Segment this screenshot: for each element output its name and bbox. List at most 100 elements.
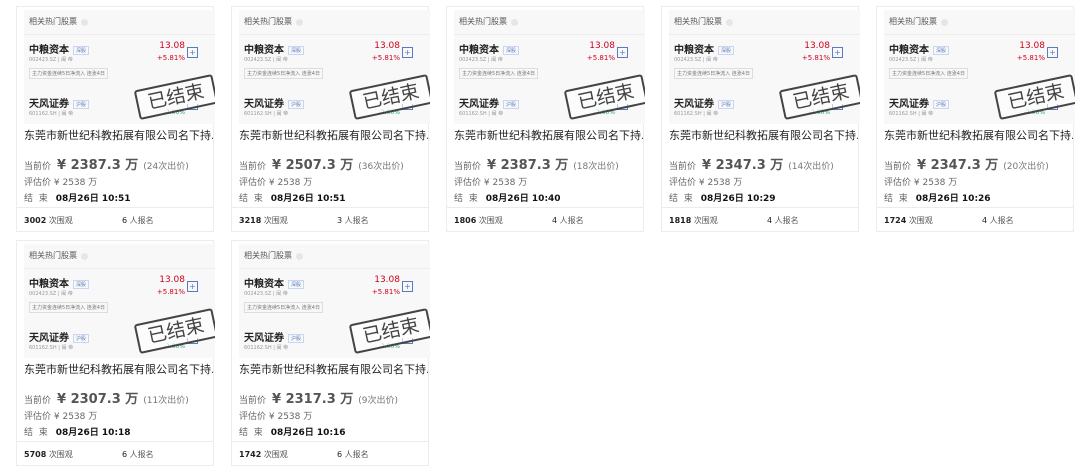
stock2-name: 天风证券 沪股 — [459, 95, 520, 110]
end-time-value: 08月26日 10:26 — [915, 194, 991, 204]
fund-flow-chip: 主力资金连续5日净流入 连涨4日 — [459, 68, 538, 79]
valuation-row: 评估价 ¥ 2538 万 — [24, 409, 97, 422]
thumb-header: 相关热门股票 — [29, 250, 88, 261]
stock2-code: 601162.SH | 闽 帝 — [29, 345, 74, 351]
end-time-row: 结 束 08月26日 10:51 — [24, 191, 131, 204]
stock1-tag: 深股 — [73, 280, 90, 289]
info-dot-icon — [511, 18, 518, 26]
bid-count: (11次出价) — [143, 396, 189, 406]
info-dot-icon — [296, 18, 303, 26]
card-title[interactable]: 东莞市新世纪科教拓展有限公司名下持... — [239, 127, 428, 143]
current-price-row: 当前价 ¥ 2387.3 万 (18次出价) — [454, 154, 619, 173]
end-time-value: 08月26日 10:40 — [485, 194, 561, 204]
info-dot-icon — [941, 18, 948, 26]
view-count: 1806 次围观 — [454, 216, 503, 225]
stock1-name: 中粮资本 深股 — [674, 41, 735, 56]
stock1-tag: 深股 — [288, 46, 305, 55]
card-thumbnail[interactable]: 相关热门股票 中粮资本 深股 002423.SZ | 闽 帝 13.08 +5.8… — [239, 10, 430, 124]
view-count: 5708 次围观 — [24, 450, 73, 459]
stock1-change: +5.81% — [586, 54, 615, 62]
end-label: 结 束 — [884, 194, 908, 204]
view-count: 3218 次围观 — [239, 216, 288, 225]
stock1-change: +5.81% — [371, 288, 400, 296]
view-count: 1818 次围观 — [669, 216, 718, 225]
end-time-row: 结 束 08月26日 10:16 — [239, 425, 346, 438]
fund-flow-chip: 主力资金连续5日净流入 连涨4日 — [29, 302, 108, 313]
current-price-label: 当前价 — [24, 396, 52, 406]
card-title[interactable]: 东莞市新世纪科教拓展有限公司名下持... — [669, 127, 858, 143]
valuation-row: 评估价 ¥ 2538 万 — [884, 175, 957, 188]
end-time-row: 结 束 08月26日 10:18 — [24, 425, 131, 438]
stock2-code: 601162.SH | 闽 帝 — [29, 111, 74, 117]
valuation-row: 评估价 ¥ 2538 万 — [454, 175, 527, 188]
card-title[interactable]: 东莞市新世纪科教拓展有限公司名下持... — [239, 361, 428, 377]
current-price-value: ¥ 2387.3 万 — [487, 158, 569, 173]
thumb-divider — [239, 34, 430, 35]
fund-flow-chip: 主力资金连续5日净流入 连涨4日 — [29, 68, 108, 79]
add-stock-icon: + — [832, 47, 843, 58]
signup-count: 6 人报名 — [122, 216, 154, 225]
stock1-change: +5.81% — [156, 288, 185, 296]
valuation-row: 评估价 ¥ 2538 万 — [239, 409, 312, 422]
thumb-header: 相关热门股票 — [459, 16, 518, 27]
auction-card[interactable]: 相关热门股票 中粮资本 深股 002423.SZ | 闽 帝 13.08 +5.8… — [231, 6, 430, 234]
stock1-change: +5.81% — [371, 54, 400, 62]
stock1-change: +5.81% — [1016, 54, 1045, 62]
valuation-label: 评估价 — [24, 412, 52, 422]
end-time-value: 08月26日 10:16 — [270, 428, 346, 438]
current-price-value: ¥ 2307.3 万 — [57, 392, 139, 407]
end-label: 结 束 — [24, 428, 48, 438]
stock1-price: 13.08 — [804, 41, 830, 51]
bid-count: (24次出价) — [143, 162, 189, 172]
end-time-value: 08月26日 10:18 — [55, 428, 131, 438]
valuation-value: ¥ 2538 万 — [268, 412, 313, 422]
card-thumbnail[interactable]: 相关热门股票 中粮资本 深股 002423.SZ | 闽 帝 13.08 +5.8… — [24, 244, 215, 358]
valuation-value: ¥ 2538 万 — [268, 178, 313, 188]
card-thumbnail[interactable]: 相关热门股票 中粮资本 深股 002423.SZ | 闽 帝 13.08 +5.8… — [239, 244, 430, 358]
thumb-divider — [239, 268, 430, 269]
auction-card[interactable]: 相关热门股票 中粮资本 深股 002423.SZ | 闽 帝 13.08 +5.8… — [16, 240, 215, 468]
info-dot-icon — [296, 252, 303, 260]
stock2-tag: 沪股 — [288, 334, 305, 343]
auction-card[interactable]: 相关热门股票 中粮资本 深股 002423.SZ | 闽 帝 13.08 +5.8… — [16, 6, 215, 232]
current-price-label: 当前价 — [239, 162, 267, 172]
card-footer: 3218 次围观 3 人报名 — [232, 207, 428, 234]
auction-card[interactable]: 相关热门股票 中粮资本 深股 002423.SZ | 闽 帝 13.08 +5.8… — [661, 6, 860, 232]
card-title[interactable]: 东莞市新世纪科教拓展有限公司名下持... — [884, 127, 1073, 143]
stock2-tag: 沪股 — [288, 100, 305, 109]
stock2-name: 天风证券 沪股 — [889, 95, 950, 110]
auction-card[interactable]: 相关热门股票 中粮资本 深股 002423.SZ | 闽 帝 13.08 +5.8… — [446, 6, 645, 234]
stock1-price: 13.08 — [589, 41, 615, 51]
auction-card[interactable]: 相关热门股票 中粮资本 深股 002423.SZ | 闽 帝 13.08 +5.8… — [876, 6, 1075, 232]
card-footer: 1806 次围观 4 人报名 — [447, 207, 643, 234]
card-title[interactable]: 东莞市新世纪科教拓展有限公司名下持... — [454, 127, 643, 143]
view-count: 1724 次围观 — [884, 216, 933, 225]
card-title[interactable]: 东莞市新世纪科教拓展有限公司名下持... — [24, 127, 213, 143]
stock1-code: 002423.SZ | 闽 帝 — [244, 57, 288, 63]
auction-card[interactable]: 相关热门股票 中粮资本 深股 002423.SZ | 闽 帝 13.08 +5.8… — [231, 240, 430, 466]
add-stock-icon: + — [187, 47, 198, 58]
stock2-code: 601162.SH | 闽 帝 — [244, 345, 289, 351]
stock2-code: 601162.SH | 闽 帝 — [674, 111, 719, 117]
card-thumbnail[interactable]: 相关热门股票 中粮资本 深股 002423.SZ | 闽 帝 13.08 +5.8… — [454, 10, 645, 124]
card-thumbnail[interactable]: 相关热门股票 中粮资本 深股 002423.SZ | 闽 帝 13.08 +5.8… — [884, 10, 1075, 124]
card-title[interactable]: 东莞市新世纪科教拓展有限公司名下持... — [24, 361, 213, 377]
stock2-tag: 沪股 — [933, 100, 950, 109]
valuation-value: ¥ 2538 万 — [53, 412, 98, 422]
stock2-code: 601162.SH | 闽 帝 — [459, 111, 504, 117]
end-time-row: 结 束 08月26日 10:51 — [239, 191, 346, 204]
current-price-row: 当前价 ¥ 2347.3 万 (14次出价) — [669, 154, 834, 173]
stock1-price: 13.08 — [374, 41, 400, 51]
bid-count: (14次出价) — [788, 162, 834, 172]
end-label: 结 束 — [669, 194, 693, 204]
thumb-header: 相关热门股票 — [29, 16, 88, 27]
stock1-code: 002423.SZ | 闽 帝 — [889, 57, 933, 63]
bid-count: (18次出价) — [573, 162, 619, 172]
stock2-name: 天风证券 沪股 — [674, 95, 735, 110]
stock1-code: 002423.SZ | 闽 帝 — [29, 291, 73, 297]
info-dot-icon — [81, 252, 88, 260]
card-thumbnail[interactable]: 相关热门股票 中粮资本 深股 002423.SZ | 闽 帝 13.08 +5.8… — [669, 10, 860, 124]
card-footer: 5708 次围观 6 人报名 — [17, 441, 213, 468]
card-thumbnail[interactable]: 相关热门股票 中粮资本 深股 002423.SZ | 闽 帝 13.08 +5.8… — [24, 10, 215, 124]
end-label: 结 束 — [239, 194, 263, 204]
